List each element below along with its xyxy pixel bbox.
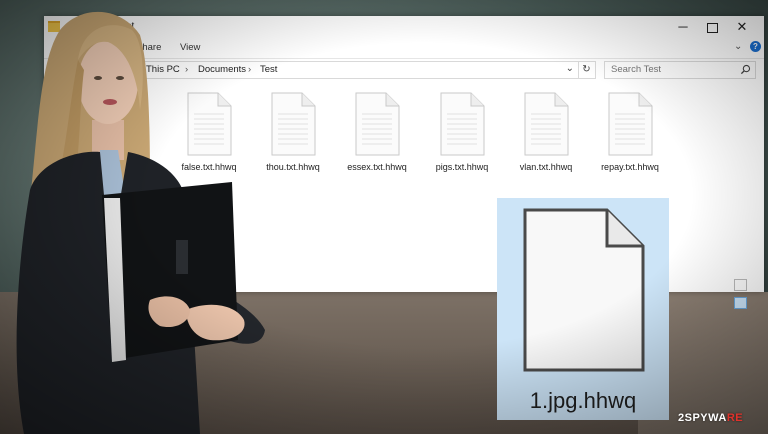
large-icons-view-icon[interactable]	[734, 297, 747, 309]
watermark-logo: 2SPYWARE	[678, 412, 743, 424]
details-view-icon[interactable]	[734, 279, 747, 291]
watermark-text: 2SPYWA	[678, 412, 727, 424]
watermark-accent-text: RE	[726, 412, 744, 424]
file-name: vlan.txt.hhwq	[519, 162, 573, 172]
file-item[interactable]: repay.txt.hhwq	[589, 92, 671, 182]
file-name: pigs.txt.hhwq	[435, 162, 489, 172]
document-icon	[440, 92, 485, 156]
file-item[interactable]: essex.txt.hhwq	[336, 92, 418, 182]
view-toggle	[730, 278, 764, 314]
ribbon-expand-icon[interactable]: ⌄	[734, 41, 742, 52]
maximize-button[interactable]	[698, 17, 726, 37]
file-name: repay.txt.hhwq	[601, 162, 659, 172]
address-dropdown-icon[interactable]: ⌄	[566, 63, 574, 74]
file-item[interactable]: pigs.txt.hhwq	[421, 92, 503, 182]
search-icon[interactable]	[740, 64, 751, 75]
close-button[interactable]: ✕	[728, 17, 756, 37]
document-icon	[523, 208, 645, 372]
minimize-button[interactable]: ─	[669, 17, 697, 37]
selected-file[interactable]: 1.jpg.hhwq	[497, 198, 669, 420]
document-icon	[355, 92, 400, 156]
document-icon	[608, 92, 653, 156]
refresh-icon[interactable]: ↻	[578, 61, 596, 79]
file-name: essex.txt.hhwq	[347, 162, 407, 172]
search-input[interactable]: Search Test	[604, 61, 756, 79]
person-illustration	[16, 11, 265, 434]
selected-file-name: 1.jpg.hhwq	[529, 388, 637, 413]
maximize-icon	[706, 22, 718, 33]
search-placeholder: Search Test	[611, 64, 661, 75]
file-item[interactable]: vlan.txt.hhwq	[505, 92, 587, 182]
document-icon	[524, 92, 569, 156]
help-icon[interactable]: ?	[750, 41, 761, 52]
